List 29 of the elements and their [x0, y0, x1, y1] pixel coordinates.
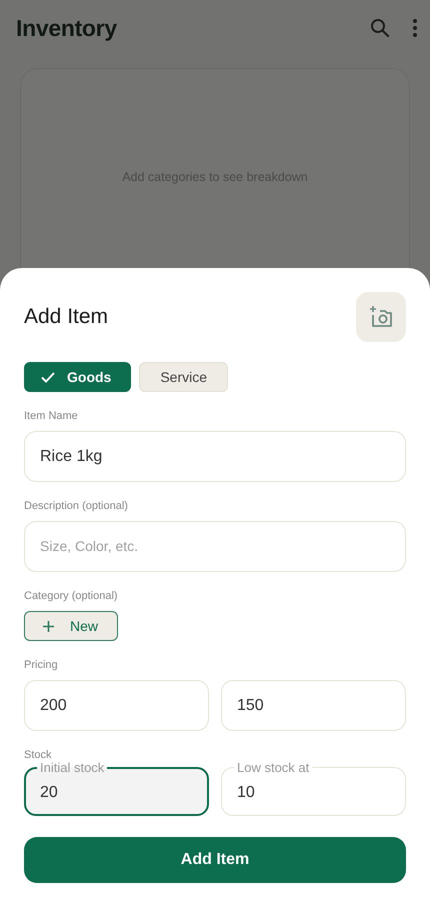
camera-plus-icon [369, 305, 393, 329]
field-value[interactable]: 150 [237, 696, 390, 714]
input-field[interactable]: 150 [221, 680, 406, 731]
field-label: Pricing [24, 659, 59, 672]
input-field[interactable]: 200 [24, 680, 209, 731]
type-chip[interactable]: Goods [24, 362, 132, 392]
check-icon [41, 372, 55, 382]
page-title: Inventory [16, 14, 118, 42]
field-label: Stock [24, 749, 53, 762]
add-photo-button[interactable] [356, 292, 406, 342]
new-category-button[interactable]: New [24, 611, 118, 641]
type-chip[interactable]: Service [139, 362, 228, 392]
field-label: Category (optional) [24, 590, 119, 603]
input-field[interactable]: Size, Color, etc. [24, 521, 406, 572]
more-icon[interactable] [412, 18, 418, 38]
field-value[interactable]: Rice 1kg [40, 448, 390, 466]
add-item-button[interactable]: Add Item [24, 837, 406, 883]
field-value[interactable]: 10 [237, 784, 390, 802]
plus-icon [43, 620, 54, 632]
field-value[interactable]: 20 [40, 784, 193, 802]
field-value[interactable]: 200 [40, 696, 193, 714]
sheet-title: Add Item [24, 305, 108, 329]
input-field[interactable]: Low stock at 10 [221, 760, 406, 816]
field-value[interactable]: Size, Color, etc. [40, 538, 390, 556]
input-field[interactable]: Initial stock 20 [24, 760, 209, 816]
input-field[interactable]: Rice 1kg [24, 431, 406, 482]
search-icon[interactable] [370, 18, 390, 38]
field-label: Description (optional) [24, 500, 129, 513]
field-label: Item Name [24, 410, 79, 423]
